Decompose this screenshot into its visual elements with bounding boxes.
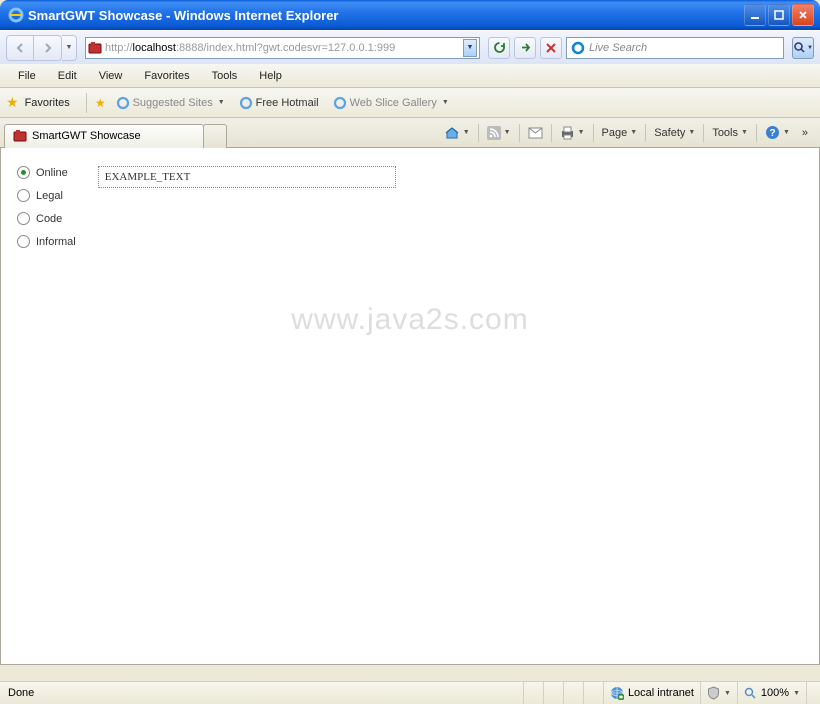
radio-group: Online Legal Code Informal (17, 166, 76, 248)
status-text: Done (0, 687, 42, 699)
page-favicon (88, 41, 102, 55)
watermark-text: www.java2s.com (1, 303, 819, 337)
tools-menu[interactable]: Tools▼ (708, 125, 752, 141)
shield-icon (707, 686, 720, 700)
rss-icon (487, 126, 501, 140)
refresh-button[interactable] (488, 37, 510, 59)
close-button[interactable] (792, 4, 814, 26)
radio-icon (17, 189, 30, 202)
menu-tools[interactable]: Tools (202, 67, 248, 85)
print-button[interactable]: ▼ (556, 124, 589, 142)
resize-grip[interactable] (806, 682, 820, 704)
back-button[interactable] (6, 35, 34, 61)
favorites-star-icon: ★ (6, 94, 19, 111)
home-button[interactable]: ▼ (440, 123, 474, 143)
bing-icon (571, 41, 585, 55)
menu-edit[interactable]: Edit (48, 67, 87, 85)
tab-favicon (13, 129, 27, 143)
browser-tab-active[interactable]: SmartGWT Showcase (4, 124, 204, 148)
home-icon (444, 125, 460, 141)
radio-online[interactable]: Online (17, 166, 76, 179)
radio-informal[interactable]: Informal (17, 235, 76, 248)
menu-file[interactable]: File (8, 67, 46, 85)
menu-bar: File Edit View Favorites Tools Help (0, 64, 820, 88)
web-slice-link[interactable]: Web Slice Gallery ▼ (329, 94, 453, 112)
minimize-button[interactable] (744, 4, 766, 26)
svg-text:?: ? (769, 128, 775, 139)
security-zone[interactable]: Local intranet (603, 682, 700, 704)
tab-bar: SmartGWT Showcase ▼ ▼ ▼ Page▼ Safety▼ To… (0, 118, 820, 148)
go-button[interactable] (514, 37, 536, 59)
globe-icon (610, 686, 624, 700)
search-go-button[interactable]: ▼ (792, 37, 814, 59)
status-bar: Done Local intranet ▼ 100% ▼ (0, 681, 820, 704)
zoom-icon (744, 687, 757, 700)
address-bar[interactable]: http://localhost:8888/index.html?gwt.cod… (85, 37, 480, 59)
favorites-label[interactable]: Favorites (25, 97, 70, 109)
nav-history-dropdown[interactable]: ▼ (62, 35, 77, 61)
mail-icon (528, 127, 543, 139)
url-text: http://localhost:8888/index.html?gwt.cod… (105, 42, 460, 54)
menu-view[interactable]: View (89, 67, 133, 85)
radio-icon (17, 166, 30, 179)
ie-icon (8, 7, 24, 23)
help-button[interactable]: ?▼ (761, 123, 794, 142)
print-icon (560, 126, 575, 140)
ie-small-icon (333, 96, 347, 110)
add-favorite-icon[interactable]: ★ (95, 96, 106, 110)
safety-menu[interactable]: Safety▼ (650, 125, 699, 141)
ie-small-icon (239, 96, 253, 110)
window-title: SmartGWT Showcase - Windows Internet Exp… (28, 8, 744, 23)
separator (86, 93, 87, 113)
tab-title: SmartGWT Showcase (32, 130, 141, 142)
help-icon: ? (765, 125, 780, 140)
menu-help[interactable]: Help (249, 67, 292, 85)
forward-button[interactable] (34, 35, 62, 61)
ie-small-icon (116, 96, 130, 110)
stop-button[interactable] (540, 37, 562, 59)
mail-button[interactable] (524, 125, 547, 141)
page-content: Online Legal Code Informal EXAMPLE_TEXT … (0, 148, 820, 665)
protected-mode[interactable]: ▼ (700, 682, 737, 704)
example-text-input[interactable]: EXAMPLE_TEXT (98, 166, 396, 188)
more-chevron[interactable]: » (798, 127, 812, 139)
maximize-button[interactable] (768, 4, 790, 26)
navigation-bar: ▼ http://localhost:8888/index.html?gwt.c… (0, 30, 820, 64)
free-hotmail-link[interactable]: Free Hotmail (235, 94, 323, 112)
search-placeholder: Live Search (589, 42, 779, 54)
window-titlebar: SmartGWT Showcase - Windows Internet Exp… (0, 0, 820, 30)
suggested-sites-link[interactable]: Suggested Sites ▼ (112, 94, 229, 112)
dropdown-icon: ▼ (442, 99, 449, 106)
zoom-control[interactable]: 100% ▼ (737, 682, 806, 704)
favorites-bar: ★ Favorites ★ Suggested Sites ▼ Free Hot… (0, 88, 820, 118)
radio-icon (17, 235, 30, 248)
dropdown-icon: ▼ (218, 99, 225, 106)
radio-icon (17, 212, 30, 225)
radio-code[interactable]: Code (17, 212, 76, 225)
url-dropdown[interactable]: ▼ (463, 39, 477, 57)
new-tab-button[interactable] (203, 124, 227, 148)
search-bar[interactable]: Live Search (566, 37, 784, 59)
menu-favorites[interactable]: Favorites (134, 67, 199, 85)
page-menu[interactable]: Page▼ (598, 125, 642, 141)
radio-legal[interactable]: Legal (17, 189, 76, 202)
feeds-button[interactable]: ▼ (483, 124, 515, 142)
